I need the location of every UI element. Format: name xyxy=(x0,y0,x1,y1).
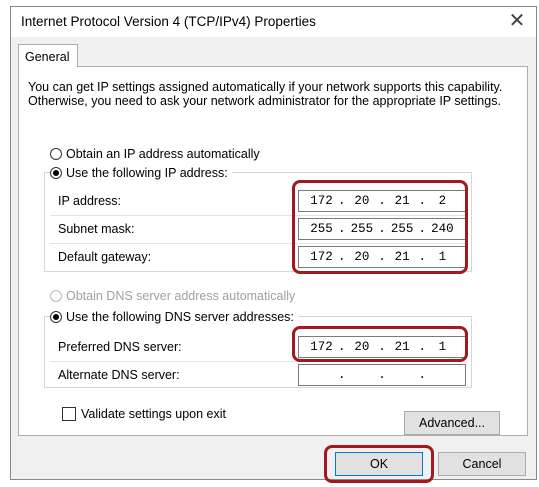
obtain-ip-auto-radio[interactable]: Obtain an IP address automatically xyxy=(50,147,260,161)
window-title: Internet Protocol Version 4 (TCP/IPv4) P… xyxy=(21,14,316,29)
divider xyxy=(50,243,466,244)
default-gateway-label: Default gateway: xyxy=(58,250,152,264)
octet: 240 xyxy=(431,222,454,236)
subnet-mask-label: Subnet mask: xyxy=(58,222,135,236)
radio-selected-icon xyxy=(50,167,62,179)
octet: 21 xyxy=(394,250,410,264)
octet: 20 xyxy=(354,194,370,208)
alternate-dns-label: Alternate DNS server: xyxy=(58,368,180,382)
use-following-ip-radio[interactable]: Use the following IP address: xyxy=(50,166,232,180)
octet: 255 xyxy=(310,222,333,236)
octet: 172 xyxy=(310,340,333,354)
radio-disabled-icon xyxy=(50,290,62,302)
octet: 21 xyxy=(394,194,410,208)
advanced-button[interactable]: Advanced... xyxy=(404,411,500,435)
octet: 20 xyxy=(354,340,370,354)
octet: 20 xyxy=(354,250,370,264)
divider xyxy=(50,361,466,362)
default-gateway-input[interactable]: 172. 20. 21. 1 xyxy=(298,246,466,268)
subnet-mask-input[interactable]: 255. 255. 255. 240 xyxy=(298,218,466,240)
title-bar: Internet Protocol Version 4 (TCP/IPv4) P… xyxy=(11,7,536,37)
octet: 255 xyxy=(390,222,414,236)
use-following-ip-label: Use the following IP address: xyxy=(66,166,228,180)
ok-button[interactable]: OK xyxy=(335,452,423,476)
ip-address-input[interactable]: 172. 20. 21. 2 xyxy=(298,190,466,212)
alternate-dns-input[interactable]: . . . xyxy=(298,364,466,386)
octet: 1 xyxy=(438,250,447,264)
octet: 172 xyxy=(310,194,333,208)
octet: 255 xyxy=(350,222,374,236)
validate-settings-checkbox[interactable]: Validate settings upon exit xyxy=(62,407,226,421)
close-icon[interactable]: ✕ xyxy=(500,7,534,37)
obtain-dns-auto-radio[interactable]: Obtain DNS server address automatically xyxy=(50,289,295,303)
preferred-dns-label: Preferred DNS server: xyxy=(58,340,182,354)
preferred-dns-input[interactable]: 172. 20. 21. 1 xyxy=(298,336,466,358)
obtain-dns-auto-label: Obtain DNS server address automatically xyxy=(66,289,296,303)
checkbox-icon xyxy=(62,407,76,421)
cancel-button[interactable]: Cancel xyxy=(438,452,526,476)
octet: 21 xyxy=(394,340,410,354)
divider xyxy=(50,215,466,216)
description-text: You can get IP settings assigned automat… xyxy=(28,80,503,108)
octet: 172 xyxy=(310,250,333,264)
use-following-dns-radio[interactable]: Use the following DNS server addresses: xyxy=(50,310,298,324)
obtain-ip-auto-label: Obtain an IP address automatically xyxy=(66,147,260,161)
validate-settings-label: Validate settings upon exit xyxy=(81,407,227,421)
use-following-dns-label: Use the following DNS server addresses: xyxy=(66,310,294,324)
octet: 1 xyxy=(438,340,447,354)
tab-general[interactable]: General xyxy=(18,44,78,67)
radio-selected-icon xyxy=(50,311,62,323)
radio-icon xyxy=(50,148,62,160)
ip-address-label: IP address: xyxy=(58,194,122,208)
octet: 2 xyxy=(438,194,447,208)
